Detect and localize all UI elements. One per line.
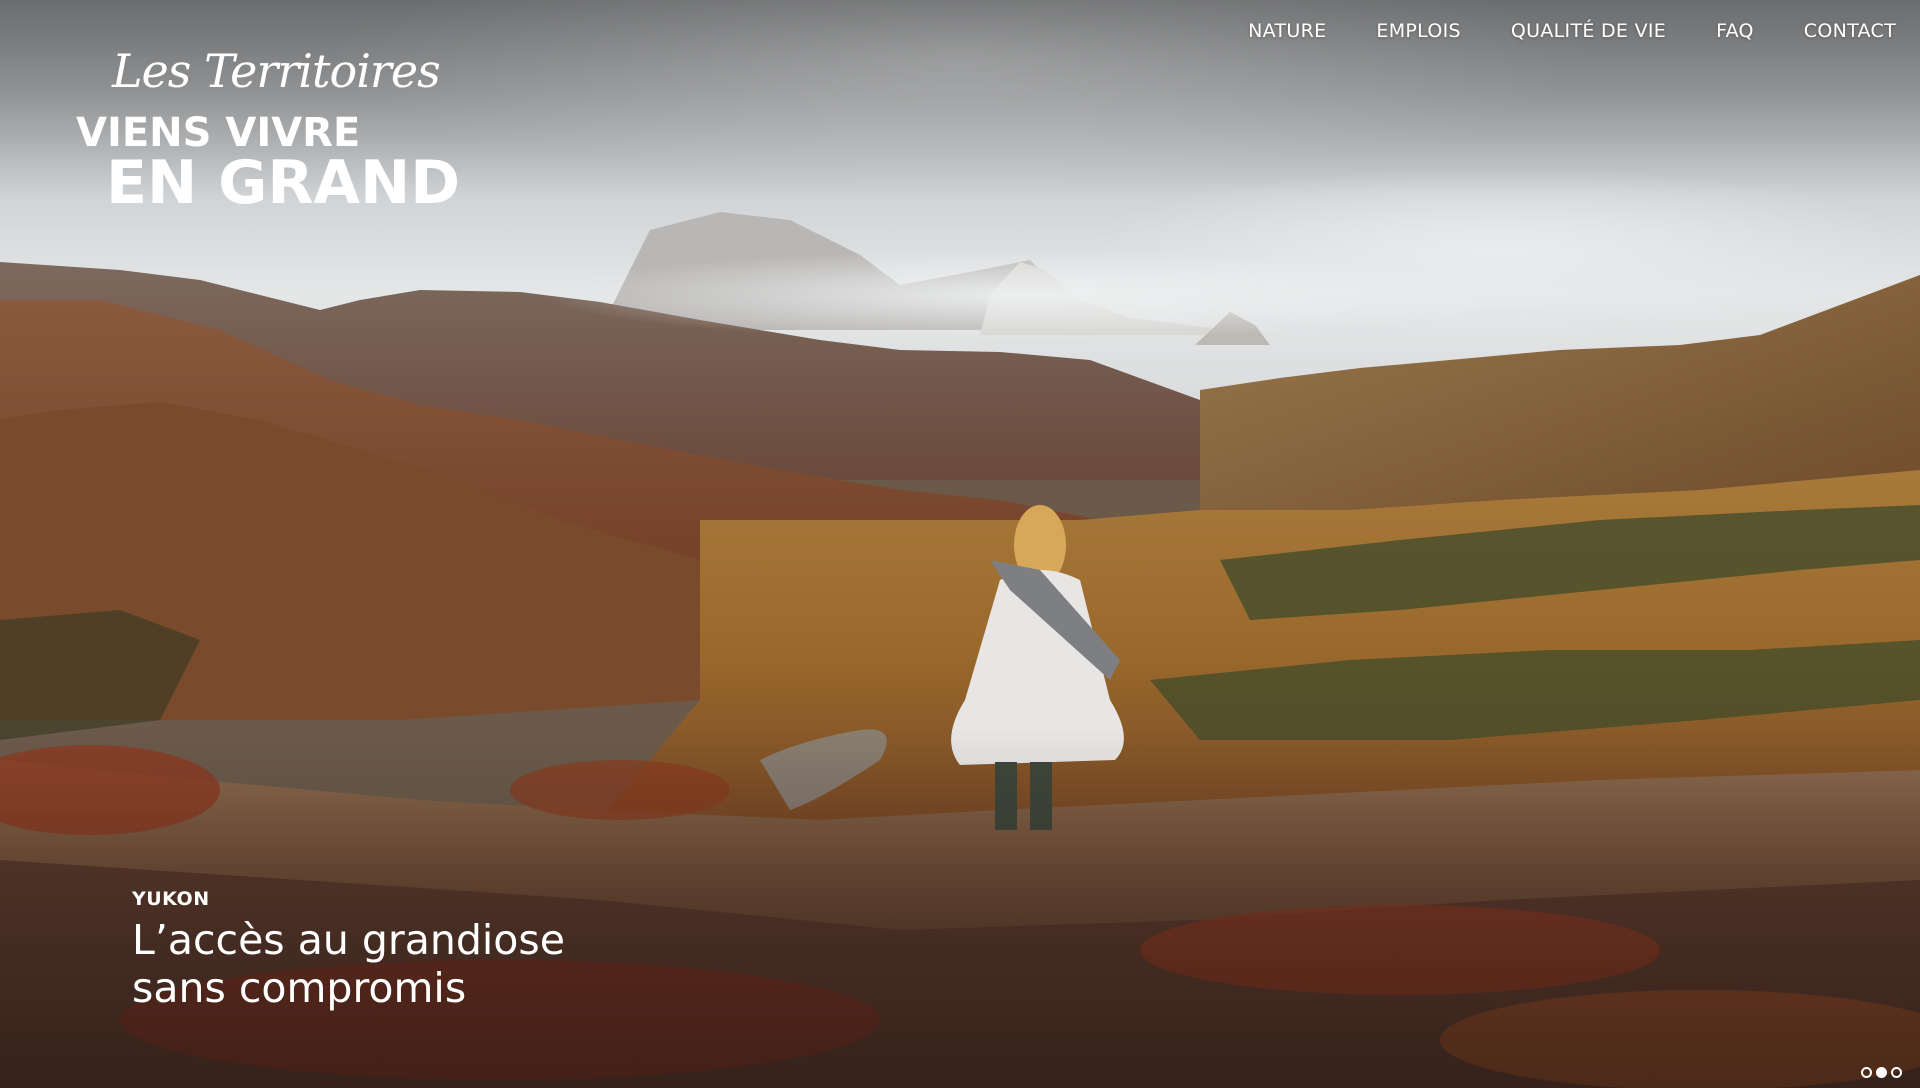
slider-dots (1861, 1067, 1902, 1078)
hero-caption: YUKON L’accès au grandiose sans compromi… (132, 888, 832, 1012)
nav-item-nature[interactable]: NATURE (1248, 18, 1326, 44)
slider-dot-2[interactable] (1876, 1067, 1887, 1078)
main-nav: NATURE EMPLOIS QUALITÉ DE VIE FAQ CONTAC… (1198, 18, 1896, 44)
slider-dot-1[interactable] (1861, 1067, 1872, 1078)
cloud-band (380, 225, 1680, 365)
nav-item-emplois[interactable]: EMPLOIS (1376, 18, 1460, 44)
hero-title: L’accès au grandiose sans compromis (132, 916, 832, 1012)
slider-dot-3[interactable] (1891, 1067, 1902, 1078)
hero-kicker: YUKON (132, 888, 210, 910)
nav-item-qualite-de-vie[interactable]: QUALITÉ DE VIE (1511, 18, 1666, 44)
brand-logo[interactable]: Les Territoires VIENS VIVRE EN GRAND (72, 44, 472, 218)
nav-item-contact[interactable]: CONTACT (1804, 18, 1896, 44)
nav-item-faq[interactable]: FAQ (1716, 18, 1754, 44)
brand-script: Les Territoires (112, 44, 441, 98)
hero-title-line-1: L’accès au grandiose (132, 916, 565, 964)
hero-title-line-2: sans compromis (132, 964, 467, 1012)
brand-line-2: EN GRAND (106, 148, 460, 218)
